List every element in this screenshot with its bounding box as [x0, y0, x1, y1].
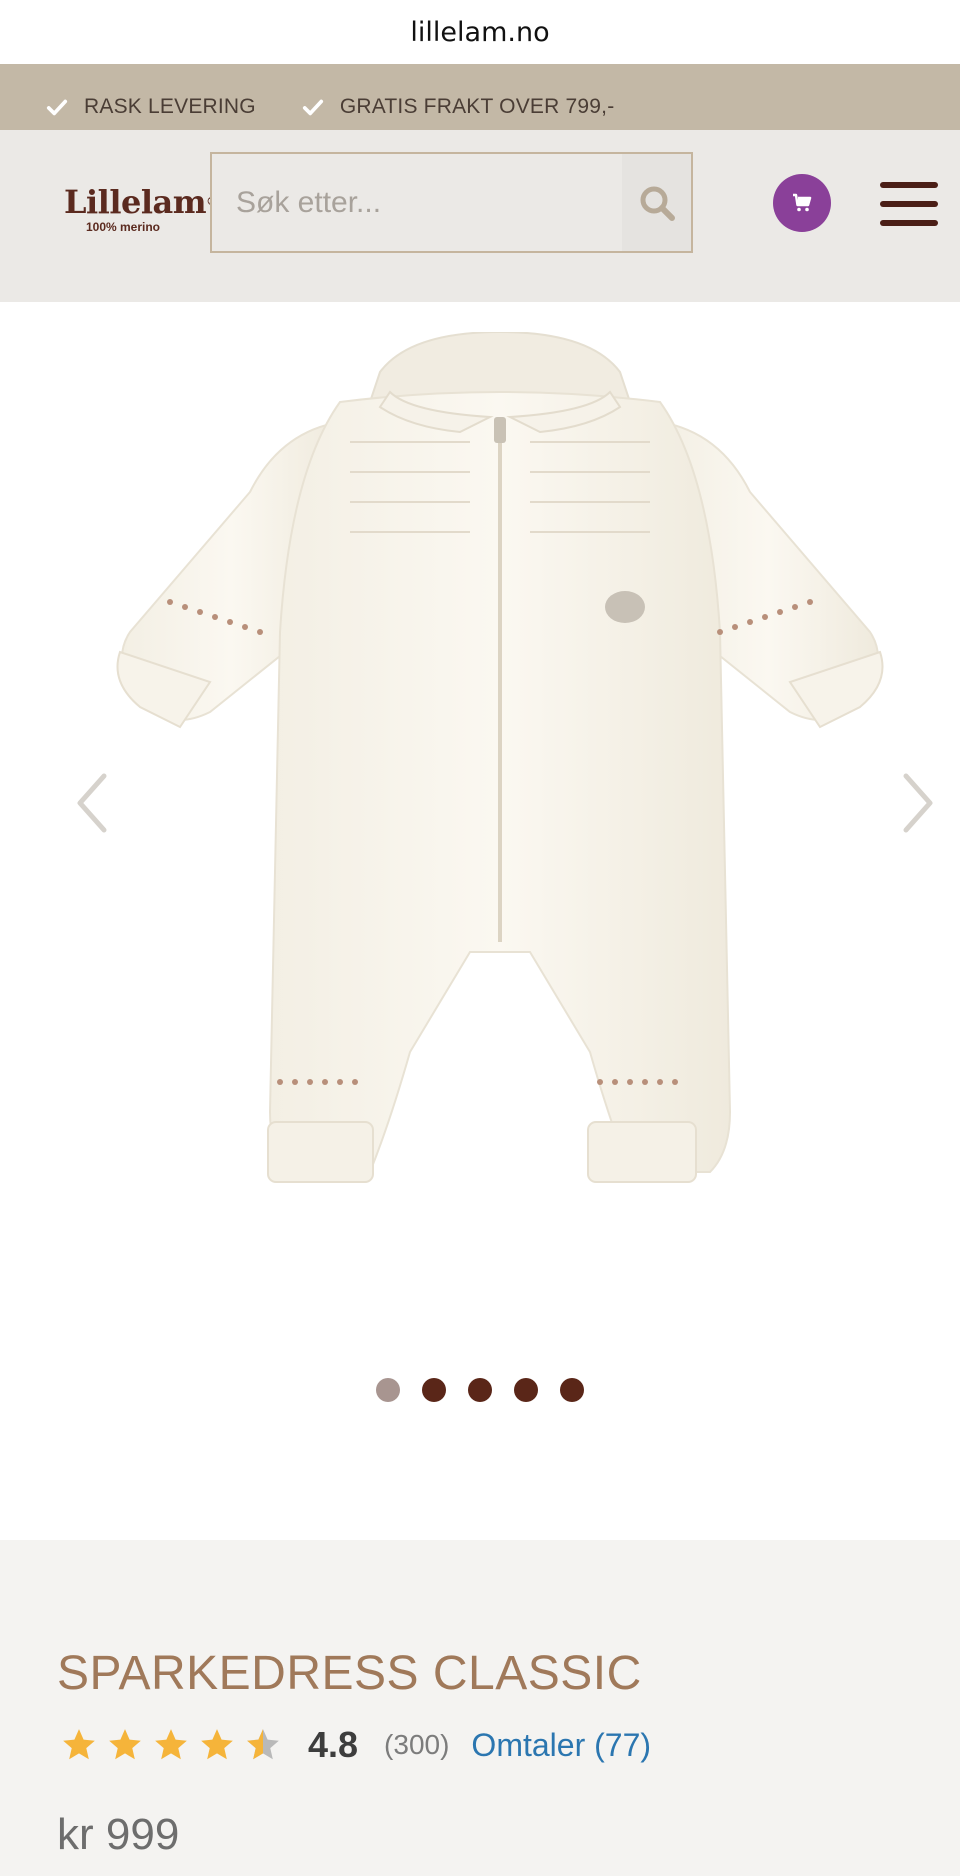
promo-item-free-shipping: GRATIS FRAKT OVER 799,- [302, 87, 615, 127]
product-title: SPARKEDRESS CLASSIC [57, 1647, 642, 1700]
promo-item-fast-delivery: RASK LEVERING [46, 87, 256, 127]
cart-icon [793, 193, 812, 212]
search-box [210, 152, 693, 253]
gallery-dot-2[interactable] [422, 1378, 446, 1402]
site-logo[interactable]: Lillelam® 100% merino [64, 183, 217, 244]
menu-line [880, 201, 938, 207]
logo-tagline: 100% merino [85, 220, 161, 234]
browser-url-bar[interactable]: lillelam.no [0, 0, 960, 64]
gallery-dot-1[interactable] [376, 1378, 400, 1402]
logo-brand: Lillelam® [64, 183, 217, 221]
gallery-dot-3[interactable] [468, 1378, 492, 1402]
chevron-right-icon[interactable] [896, 768, 940, 838]
product-rating: 4.8 (300) Omtaler (77) [60, 1720, 651, 1770]
product-gallery [0, 302, 960, 1540]
gallery-dot-4[interactable] [514, 1378, 538, 1402]
cart-button[interactable] [773, 174, 831, 232]
menu-line [880, 220, 938, 226]
hamburger-menu-button[interactable] [880, 182, 938, 226]
rating-count: (300) [384, 1729, 450, 1760]
url-text: lillelam.no [410, 16, 550, 48]
promo-bar: RASK LEVERING GRATIS FRAKT OVER 799,- [0, 64, 960, 130]
gallery-pagination [0, 1378, 960, 1402]
promo-label: RASK LEVERING [84, 95, 256, 118]
promo-label: GRATIS FRAKT OVER 799,- [339, 95, 615, 118]
reviews-link[interactable]: Omtaler (77) [471, 1727, 651, 1764]
star-icon [109, 1729, 141, 1760]
product-image [116, 332, 884, 1183]
check-icon [46, 99, 68, 116]
rating-score: 4.8 [308, 1724, 359, 1765]
gallery-dot-5[interactable] [560, 1378, 584, 1402]
star-icon [155, 1729, 187, 1760]
rating-stars [60, 1726, 290, 1764]
star-icon [63, 1729, 95, 1760]
check-icon [302, 99, 323, 116]
star-half-icon [247, 1729, 279, 1760]
search-input[interactable] [212, 154, 622, 251]
site-header: Lillelam® 100% merino [0, 130, 960, 302]
product-info: SPARKEDRESS CLASSIC 4.8 (300) Omtaler (7… [0, 1540, 960, 1876]
star-icon [201, 1729, 233, 1760]
search-icon [640, 186, 675, 221]
product-price: kr 999 [57, 1810, 180, 1859]
menu-line [880, 182, 938, 188]
search-button[interactable] [622, 154, 691, 251]
chevron-left-icon[interactable] [70, 768, 114, 838]
